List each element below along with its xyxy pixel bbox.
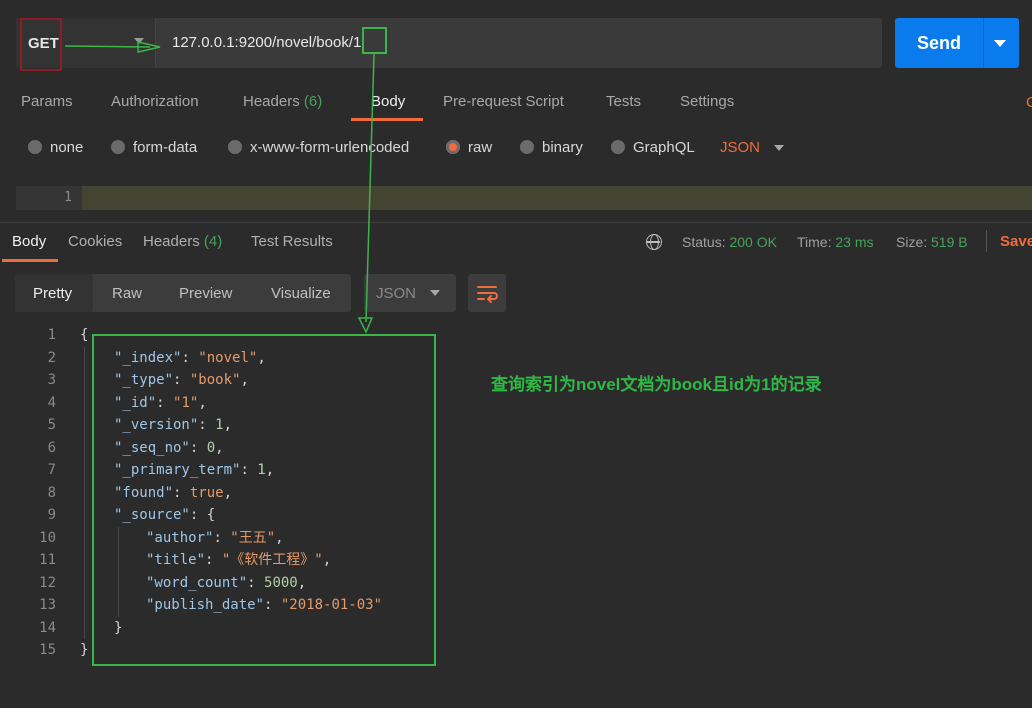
status-info: Status: 200 OK: [682, 234, 777, 250]
chevron-down-icon[interactable]: [774, 145, 784, 151]
line-number: 13: [39, 597, 56, 613]
url-input[interactable]: 127.0.0.1:9200/novel/book/1: [172, 34, 361, 51]
tab-authorization[interactable]: Authorization: [111, 93, 199, 110]
headers-count-badge: (6): [303, 93, 323, 110]
line-number: 15: [39, 642, 56, 658]
tab-response-headers-label: Headers: [143, 233, 200, 250]
tab-headers-label: Headers: [243, 93, 300, 110]
tab-params[interactable]: Params: [21, 93, 73, 110]
line-number: 10: [39, 529, 56, 546]
tab-response-body[interactable]: Body: [12, 233, 46, 250]
chevron-down-icon: [430, 290, 440, 296]
code-text: {: [80, 327, 89, 343]
active-line-highlight: [82, 186, 1032, 210]
size-label: Size:: [896, 234, 928, 250]
chevron-down-icon[interactable]: [994, 40, 1006, 47]
line-number: 1: [47, 327, 56, 343]
request-body-editor[interactable]: 1: [16, 186, 1032, 210]
response-format-select[interactable]: JSON: [364, 274, 456, 312]
status-divider: [986, 230, 987, 252]
radio-icon: [611, 140, 625, 154]
radio-form-data-label: form-data: [133, 139, 198, 156]
headers-count-badge: (4): [203, 233, 223, 250]
id-highlight-box: [362, 27, 387, 54]
radio-binary-label: binary: [542, 139, 583, 156]
code-text: }: [80, 642, 89, 658]
format-label: JSON: [376, 285, 417, 302]
radio-icon: [28, 140, 42, 154]
radio-graphql-label: GraphQL: [633, 139, 695, 156]
pane-divider[interactable]: [0, 222, 1032, 223]
annotation-text: 查询索引为novel文档为book且id为1的记录: [491, 375, 822, 394]
size-info: Size: 519 B: [896, 234, 968, 250]
size-value: 519 B: [931, 234, 968, 250]
status-value: 200 OK: [729, 234, 777, 250]
line-number: 12: [39, 574, 56, 591]
active-tab-indicator: [351, 118, 423, 121]
line-number: 4: [47, 394, 56, 411]
mode-preview[interactable]: Preview: [179, 285, 232, 302]
body-format-select[interactable]: JSON: [720, 139, 760, 156]
save-response-button[interactable]: Save: [1000, 233, 1032, 250]
radio-icon: [111, 140, 125, 154]
radio-icon: [228, 140, 242, 154]
tab-response-cookies[interactable]: Cookies: [68, 233, 122, 250]
time-label: Time:: [797, 234, 832, 250]
tab-headers[interactable]: Headers (6): [243, 93, 322, 110]
mode-pretty[interactable]: Pretty: [33, 285, 72, 302]
indent-guide: [84, 346, 85, 639]
status-label: Status:: [682, 234, 726, 250]
send-label: Send: [917, 33, 962, 53]
mode-visualize[interactable]: Visualize: [271, 285, 331, 302]
line-number: 7: [47, 462, 56, 478]
radio-none-label: none: [50, 139, 84, 156]
chevron-down-icon: [134, 38, 144, 44]
line-number: 1: [64, 190, 72, 205]
tab-test-results[interactable]: Test Results: [251, 233, 333, 250]
line-number: 3: [47, 372, 56, 388]
line-number: 14: [39, 619, 56, 636]
cookies-link-clipped[interactable]: C: [1026, 94, 1032, 108]
wrap-lines-icon: [477, 286, 498, 303]
line-number: 6: [47, 439, 56, 456]
wrap-lines-button[interactable]: [468, 274, 506, 312]
time-info: Time: 23 ms: [797, 234, 874, 250]
tab-body[interactable]: Body: [371, 93, 405, 110]
line-number: 8: [47, 484, 56, 501]
line-number: 9: [47, 507, 56, 523]
time-value: 23 ms: [835, 234, 874, 250]
radio-urlencoded-label: x-www-form-urlencoded: [250, 139, 410, 156]
active-tab-indicator: [2, 259, 58, 262]
tab-prerequest-script[interactable]: Pre-request Script: [443, 93, 564, 110]
response-highlight-box: [92, 334, 436, 666]
tab-response-headers[interactable]: Headers (4): [143, 233, 222, 250]
url-bar: GET 127.0.0.1:9200/novel/book/1: [16, 18, 882, 68]
globe-icon[interactable]: [646, 234, 662, 250]
line-number: 5: [47, 417, 56, 433]
send-button[interactable]: Send: [895, 18, 1019, 68]
line-number: 2: [47, 349, 56, 366]
tab-tests[interactable]: Tests: [606, 93, 641, 110]
line-number: 11: [39, 552, 56, 568]
method-highlight-box: [20, 18, 62, 71]
send-divider: [983, 18, 984, 68]
radio-raw-label: raw: [468, 139, 493, 156]
radio-icon: [520, 140, 534, 154]
mode-raw[interactable]: Raw: [112, 285, 142, 302]
tab-settings[interactable]: Settings: [680, 93, 734, 110]
view-mode-bar: Pretty Raw Preview Visualize: [15, 274, 351, 312]
radio-checked-icon: [446, 140, 460, 154]
